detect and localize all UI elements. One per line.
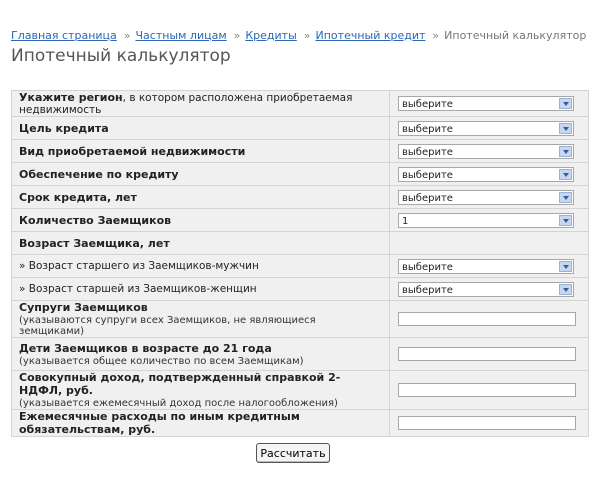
dropdown-arrow-icon[interactable] [559,283,572,295]
breadcrumb-separator: » [303,29,311,42]
form-row-property-type: Вид приобретаемой недвижимости выберите [11,139,589,163]
dropdown-arrow-icon[interactable] [559,145,572,157]
form-row-borrowers-count: Количество Заемщиков 1 [11,208,589,232]
age-male-label: » Возраст старшего из Заемщиков-мужчин [11,254,390,278]
breadcrumb-link-mortgage[interactable]: Ипотечный кредит [316,29,426,42]
age-male-select-value: выберите [402,261,453,273]
form-row-term: Срок кредита, лет выберите [11,185,589,209]
region-select[interactable]: выберите [398,96,574,111]
purpose-label: Цель кредита [19,121,109,135]
form-row-children: Дети Заемщиков в возрасте до 21 года (ука… [11,337,589,371]
form-row-region: Укажите регион, в котором расположена пр… [11,90,589,117]
breadcrumb-separator: » [432,29,440,42]
borrowers-count-select-value: 1 [402,215,409,227]
children-note: (указывается общее количество по всем За… [19,355,304,367]
calculate-button[interactable]: Рассчитать [256,443,330,463]
form-row-age-female: » Возраст старшей из Заемщиков-женщин вы… [11,277,589,301]
mortgage-form: Укажите регион, в котором расположена пр… [11,90,589,437]
age-female-label: » Возраст старшей из Заемщиков-женщин [11,277,390,301]
breadcrumb: Главная страница » Частным лицам » Кредиты » И… [11,29,586,42]
dropdown-arrow-icon[interactable] [559,122,572,134]
children-label: Дети Заемщиков в возрасте до 21 года [19,341,272,355]
age-female-select[interactable]: выберите [398,281,574,297]
expenses-label: Ежемесячные расходы по иным кредитным об… [19,410,300,436]
breadcrumb-link-home[interactable]: Главная страница [11,29,117,42]
borrowers-count-label: Количество Заемщиков [19,213,172,227]
spouses-input[interactable] [398,312,576,326]
term-label: Срок кредита, лет [19,190,137,204]
purpose-select[interactable]: выберите [398,120,574,136]
income-note: (указывается ежемесячный доход после нал… [19,398,338,409]
form-row-income: Совокупный доход, подтвержденный справко… [11,370,589,410]
form-row-age-male: » Возраст старшего из Заемщиков-мужчин в… [11,254,589,278]
income-label: Совокупный доход, подтвержденный справко… [19,371,341,397]
term-select[interactable]: выберите [398,189,574,205]
collateral-select[interactable]: выберите [398,166,574,182]
property-type-select[interactable]: выберите [398,143,574,159]
expenses-input[interactable] [398,416,576,430]
breadcrumb-separator: » [233,29,241,42]
breadcrumb-link-credits[interactable]: Кредиты [245,29,296,42]
dropdown-arrow-icon[interactable] [559,214,572,226]
form-row-age-header: Возраст Заемщика, лет [11,231,589,255]
dropdown-arrow-icon[interactable] [559,168,572,180]
region-select-value: выберите [402,99,453,110]
age-header-label: Возраст Заемщика, лет [19,236,170,250]
property-type-select-value: выберите [402,146,453,158]
property-type-label: Вид приобретаемой недвижимости [19,144,246,158]
breadcrumb-current: Ипотечный калькулятор [444,29,587,42]
form-row-expenses: Ежемесячные расходы по иным кредитным об… [11,409,589,437]
page-title: Ипотечный калькулятор [11,46,231,66]
age-male-select[interactable]: выберите [398,258,574,274]
dropdown-arrow-icon[interactable] [559,98,572,109]
form-row-spouses: Супруги Заемщиков (указываются супруги вс… [11,300,589,338]
dropdown-arrow-icon[interactable] [559,191,572,203]
form-row-collateral: Обеспечение по кредиту выберите [11,162,589,186]
collateral-select-value: выберите [402,169,453,181]
spouses-label: Супруги Заемщиков [19,301,148,314]
spouses-note: (указываются супруги всех Заемщиков, не … [19,315,316,337]
region-label: Укажите регион, в котором расположена пр… [11,90,390,117]
breadcrumb-link-individuals[interactable]: Частным лицам [136,29,227,42]
age-female-select-value: выберите [402,284,453,296]
form-row-purpose: Цель кредита выберите [11,116,589,140]
breadcrumb-separator: » [123,29,131,42]
children-input[interactable] [398,347,576,361]
term-select-value: выберите [402,192,453,204]
borrowers-count-select[interactable]: 1 [398,212,574,228]
region-label-bold: Укажите регион [19,91,123,104]
income-input[interactable] [398,383,576,397]
collateral-label: Обеспечение по кредиту [19,167,179,181]
dropdown-arrow-icon[interactable] [559,260,572,272]
purpose-select-value: выберите [402,123,453,135]
